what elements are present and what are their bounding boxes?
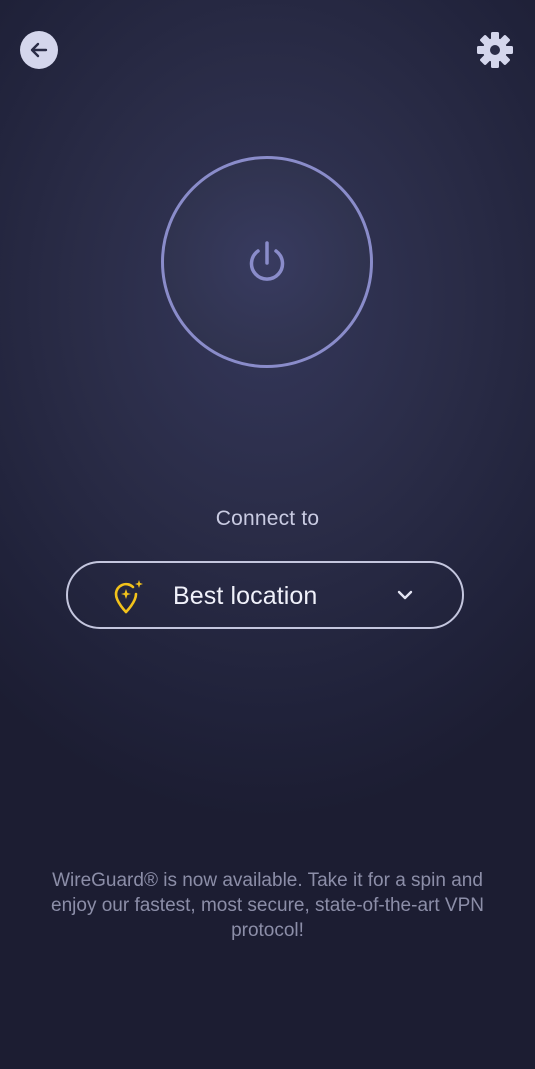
power-icon xyxy=(249,241,285,281)
back-button[interactable] xyxy=(20,31,58,69)
connect-to-label: Connect to xyxy=(215,507,320,530)
power-button[interactable] xyxy=(161,156,373,368)
settings-button[interactable] xyxy=(475,30,515,70)
gear-icon xyxy=(477,32,513,68)
wireguard-promo-text: WireGuard® is now available. Take it for… xyxy=(51,870,484,941)
location-pin-sparkle-icon xyxy=(114,580,143,614)
selected-location: Best location xyxy=(173,582,318,610)
vpn-app-window: Connect to Best location WireGuard® is n… xyxy=(0,0,535,1069)
arrow-left-icon xyxy=(30,42,48,58)
location-dropdown[interactable]: Best location xyxy=(66,561,464,629)
chevron-down-icon xyxy=(397,590,413,600)
